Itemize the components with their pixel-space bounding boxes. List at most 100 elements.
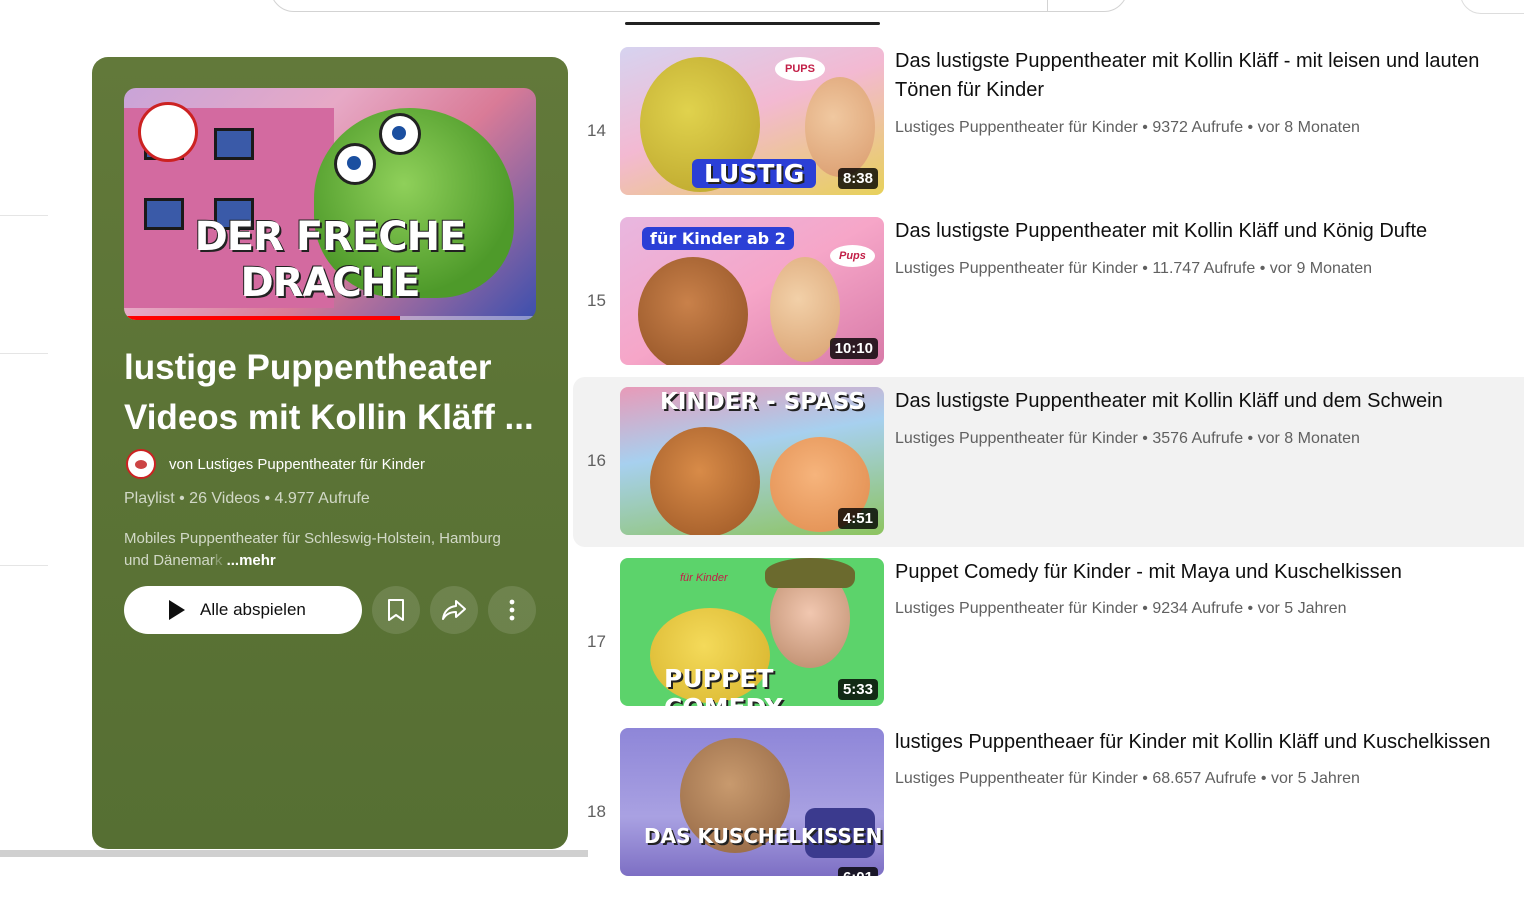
video-index: 17 xyxy=(587,632,606,651)
video-channel[interactable]: Lustiges Puppentheater für Kinder xyxy=(895,119,1138,136)
video-channel[interactable]: Lustiges Puppentheater für Kinder xyxy=(895,600,1138,617)
video-thumbnail[interactable]: PUPS LUSTIG 8:38 xyxy=(620,47,884,195)
video-duration: 5:33 xyxy=(837,679,878,700)
video-age: vor 8 Monaten xyxy=(1257,430,1360,447)
play-all-button[interactable]: Alle abspielen xyxy=(124,586,362,634)
video-title[interactable]: lustiges Puppentheaer für Kinder mit Kol… xyxy=(895,728,1524,757)
play-all-label: Alle abspielen xyxy=(200,600,306,619)
sidebar-divider xyxy=(0,353,48,354)
sidebar-divider xyxy=(0,215,48,216)
video-age: vor 5 Jahren xyxy=(1257,600,1347,617)
description-more-link[interactable]: ...mehr xyxy=(227,552,276,569)
channel-logo-icon xyxy=(138,102,198,162)
puppet-eye xyxy=(379,113,421,155)
meta-separator: • xyxy=(1247,430,1254,447)
video-duration: 6:01 xyxy=(837,867,878,876)
playlist-meta: Playlist • 26 Videos • 4.977 Aufrufe xyxy=(124,490,370,507)
presenter-hat xyxy=(765,558,855,588)
playlist-header-panel: DER FRECHE DRACHE lustige Puppentheater … xyxy=(92,57,568,849)
video-thumbnail[interactable]: für Kinder ab 2 Pups 10:10 xyxy=(620,217,884,365)
video-duration: 10:10 xyxy=(829,338,878,359)
video-channel[interactable]: Lustiges Puppentheater für Kinder xyxy=(895,770,1138,787)
search-bar[interactable] xyxy=(270,0,1128,12)
thumbnail-caption: DAS KUSCHELKISSEN xyxy=(644,824,883,848)
video-meta: Lustiges Puppentheater für Kinder • 68.6… xyxy=(895,770,1360,788)
search-button-divider xyxy=(1047,0,1048,11)
watch-progress-bar xyxy=(124,316,536,320)
video-views: 9234 Aufrufe xyxy=(1152,600,1244,617)
thumbnail-caption: für Kinder ab 2 xyxy=(642,227,794,250)
playlist-description: Mobiles Puppentheater für Schleswig-Hols… xyxy=(124,528,534,572)
playlist-video-item[interactable]: 17 für Kinder PUPPET COMEDY 5:33 Puppet … xyxy=(573,558,1524,738)
video-index: 16 xyxy=(587,451,606,470)
video-index: 14 xyxy=(587,121,606,140)
playlist-thumbnail[interactable]: DER FRECHE DRACHE xyxy=(124,88,536,320)
share-button[interactable] xyxy=(430,586,478,634)
video-age: vor 9 Monaten xyxy=(1269,260,1373,277)
top-right-button[interactable] xyxy=(1460,0,1524,14)
video-channel[interactable]: Lustiges Puppentheater für Kinder xyxy=(895,260,1138,277)
meta-separator: • xyxy=(1247,600,1254,617)
video-views: 3576 Aufrufe xyxy=(1152,430,1244,447)
video-duration: 8:38 xyxy=(837,168,878,189)
video-thumbnail[interactable]: KINDER - SPASS 4:51 xyxy=(620,387,884,535)
video-title[interactable]: Das lustigste Puppentheater mit Kollin K… xyxy=(895,47,1524,105)
playlist-title: lustige Puppentheater Videos mit Kollin … xyxy=(124,343,544,443)
meta-separator: • xyxy=(1260,770,1267,787)
video-duration: 4:51 xyxy=(837,508,878,529)
video-title[interactable]: Das lustigste Puppentheater mit Kollin K… xyxy=(895,387,1524,416)
save-playlist-button[interactable] xyxy=(372,586,420,634)
video-views: 9372 Aufrufe xyxy=(1152,119,1244,136)
video-index: 15 xyxy=(587,291,606,310)
playlist-title-line-2: Videos mit Kollin Kläff ... xyxy=(124,398,534,437)
video-meta: Lustiges Puppentheater für Kinder • 11.7… xyxy=(895,260,1372,278)
playlist-video-item-hovered[interactable]: 16 KINDER - SPASS 4:51 Das lustigste Pup… xyxy=(573,377,1524,547)
meta-separator: • xyxy=(1142,430,1148,447)
dog-puppet xyxy=(650,427,760,535)
thumbnail-badge: Pups xyxy=(830,245,875,267)
video-meta: Lustiges Puppentheater für Kinder • 9234… xyxy=(895,600,1347,618)
playlist-owner[interactable]: von Lustiges Puppentheater für Kinder xyxy=(126,449,425,479)
dog-puppet xyxy=(638,257,748,365)
house-window xyxy=(214,128,254,160)
meta-separator: • xyxy=(1142,119,1148,136)
thumbnail-badge: PUPS xyxy=(775,57,825,81)
play-icon xyxy=(169,600,185,620)
video-views: 68.657 Aufrufe xyxy=(1152,770,1257,787)
video-title[interactable]: Das lustigste Puppentheater mit Kollin K… xyxy=(895,217,1524,246)
video-meta: Lustiges Puppentheater für Kinder • 9372… xyxy=(895,119,1360,137)
thumbnail-caption: LUSTIG xyxy=(692,159,817,188)
thumbnail-caption: KINDER - SPASS xyxy=(660,389,865,415)
more-vert-icon xyxy=(509,599,515,621)
description-line-1: Mobiles Puppentheater für Schleswig-Hols… xyxy=(124,530,501,547)
meta-separator: • xyxy=(1247,119,1254,136)
playlist-video-item[interactable]: 14 PUPS LUSTIG 8:38 Das lustigste Puppen… xyxy=(573,47,1524,227)
description-line-2: und Dänemar xyxy=(124,552,215,569)
video-age: vor 8 Monaten xyxy=(1257,119,1360,136)
video-title[interactable]: Puppet Comedy für Kinder - mit Maya und … xyxy=(895,558,1524,587)
video-age: vor 5 Jahren xyxy=(1270,770,1360,787)
video-meta: Lustiges Puppentheater für Kinder • 3576… xyxy=(895,430,1360,448)
thumbnail-title-text: DER FRECHE DRACHE xyxy=(194,214,467,306)
playlist-title-line-1: lustige Puppentheater xyxy=(124,348,492,387)
owner-name[interactable]: von Lustiges Puppentheater für Kinder xyxy=(169,456,425,473)
playlist-video-item[interactable]: 18 DAS KUSCHELKISSEN 6:01 lustiges Puppe… xyxy=(573,728,1524,908)
description-fade: k xyxy=(214,552,223,569)
video-thumbnail[interactable]: für Kinder PUPPET COMEDY 5:33 xyxy=(620,558,884,706)
meta-separator: • xyxy=(1259,260,1266,277)
meta-separator: • xyxy=(1142,770,1148,787)
playlist-video-item[interactable]: 15 für Kinder ab 2 Pups 10:10 Das lustig… xyxy=(573,217,1524,397)
video-thumbnail[interactable]: DAS KUSCHELKISSEN 6:01 xyxy=(620,728,884,876)
more-options-button[interactable] xyxy=(488,586,536,634)
previous-thumbnail-edge xyxy=(625,22,880,25)
meta-separator: • xyxy=(1142,260,1148,277)
video-index: 18 xyxy=(587,802,606,821)
watch-progress-fill xyxy=(124,316,401,320)
video-channel[interactable]: Lustiges Puppentheater für Kinder xyxy=(895,430,1138,447)
thumbnail-badge: für Kinder xyxy=(680,572,728,584)
avatar[interactable] xyxy=(126,449,156,479)
sidebar-divider xyxy=(0,565,48,566)
horizontal-scrollbar[interactable] xyxy=(0,850,588,857)
bookmark-icon xyxy=(388,599,404,621)
share-icon xyxy=(442,600,466,620)
